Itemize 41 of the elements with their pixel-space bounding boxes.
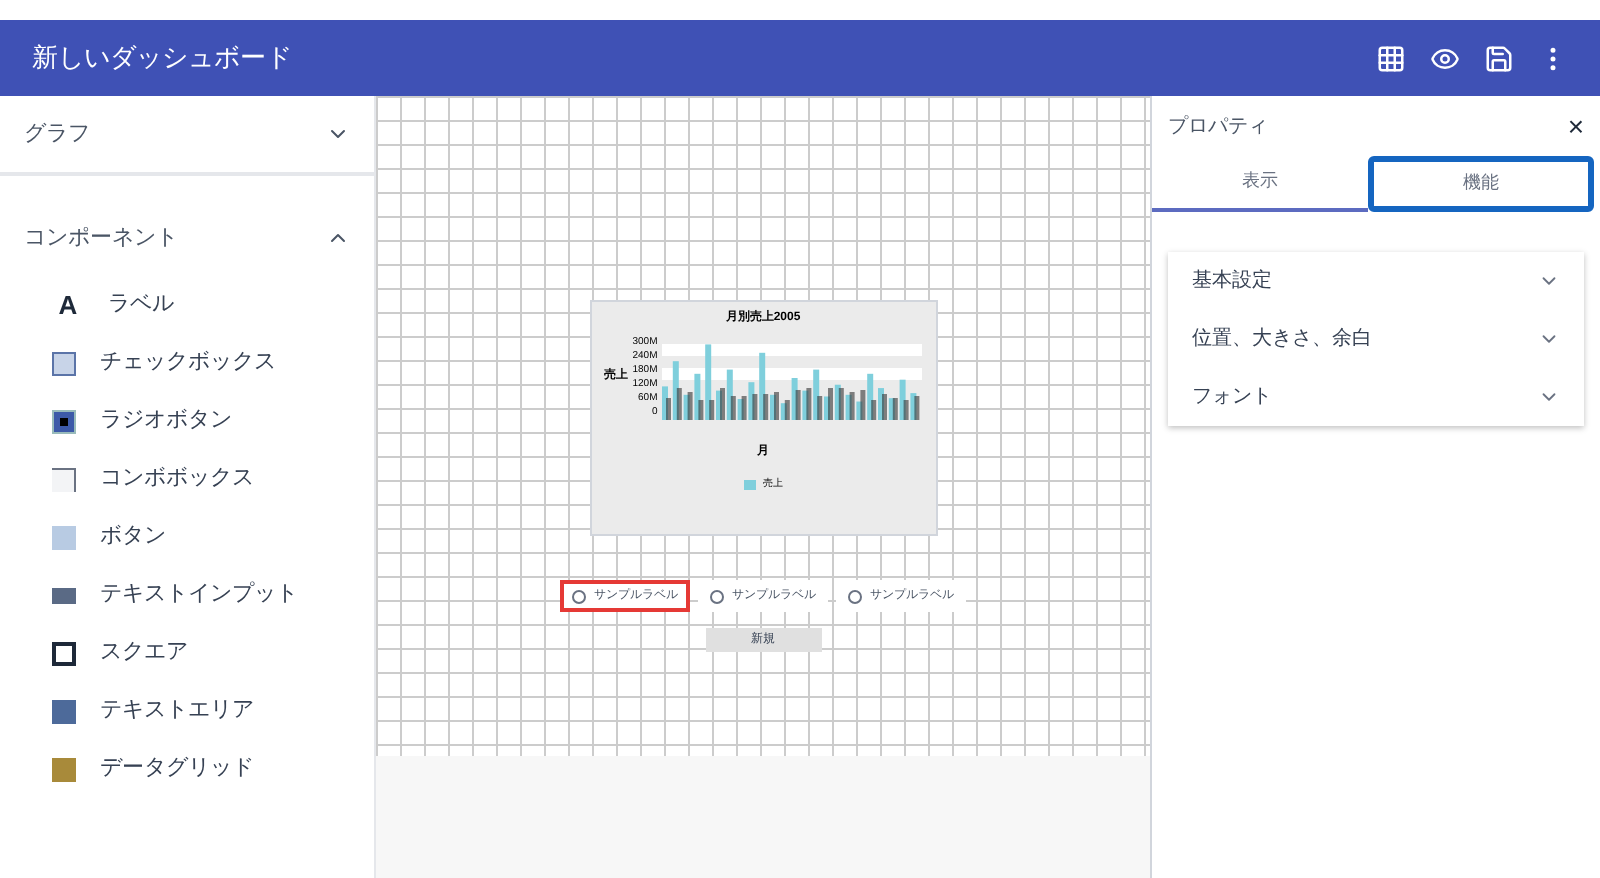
component-label: コンボボックス <box>100 464 254 495</box>
component-label: ラベル <box>108 290 174 321</box>
save-icon[interactable] <box>1484 43 1514 73</box>
datagrid-icon <box>52 757 76 781</box>
legend-swatch-icon <box>743 480 755 491</box>
settings-section[interactable]: フォント <box>1168 368 1584 426</box>
close-button[interactable]: × <box>1567 112 1584 140</box>
component-item[interactable]: テキストインプット <box>0 566 374 624</box>
component-item[interactable]: データグリッド <box>0 740 374 798</box>
header-title: 新しいダッシュボード <box>32 40 292 77</box>
square-icon <box>52 641 76 665</box>
panel-tab[interactable]: 機能 <box>1367 156 1594 212</box>
component-item[interactable]: チェックボックス <box>0 334 374 392</box>
textinput-icon <box>52 587 76 603</box>
component-label: ラジオボタン <box>100 406 232 437</box>
section-header[interactable]: グラフ <box>0 96 374 172</box>
component-item[interactable]: テキストエリア <box>0 682 374 740</box>
grid-icon[interactable] <box>1376 43 1406 73</box>
component-label: テキストインプット <box>100 579 298 611</box>
component-label: スクエア <box>100 638 188 669</box>
radio-icon <box>52 409 76 433</box>
component-label: ボタン <box>100 522 166 553</box>
textarea-icon <box>52 699 76 723</box>
component-item[interactable]: A ラベル <box>0 276 374 334</box>
combobox-icon <box>52 467 76 491</box>
checkbox-icon <box>52 351 76 375</box>
letter-icon: A <box>52 285 84 325</box>
section-header[interactable]: コンポーネント <box>0 200 374 276</box>
component-item[interactable]: ボタン <box>0 508 374 566</box>
settings-section[interactable]: 位置、大きさ、余白 <box>1168 310 1584 368</box>
settings-section[interactable]: 基本設定 <box>1168 252 1584 310</box>
component-label: データグリッド <box>100 754 254 785</box>
eye-icon[interactable] <box>1430 43 1460 73</box>
panel-title: プロパティ <box>1168 113 1268 141</box>
component-item[interactable]: スクエア <box>0 624 374 682</box>
component-item[interactable]: コンボボックス <box>0 450 374 508</box>
component-label: チェックボックス <box>100 348 276 379</box>
component-item[interactable]: ラジオボタン <box>0 392 374 450</box>
component-label: テキストエリア <box>100 696 254 727</box>
button-icon <box>52 525 76 549</box>
panel-tab[interactable]: 表示 <box>1152 156 1367 212</box>
